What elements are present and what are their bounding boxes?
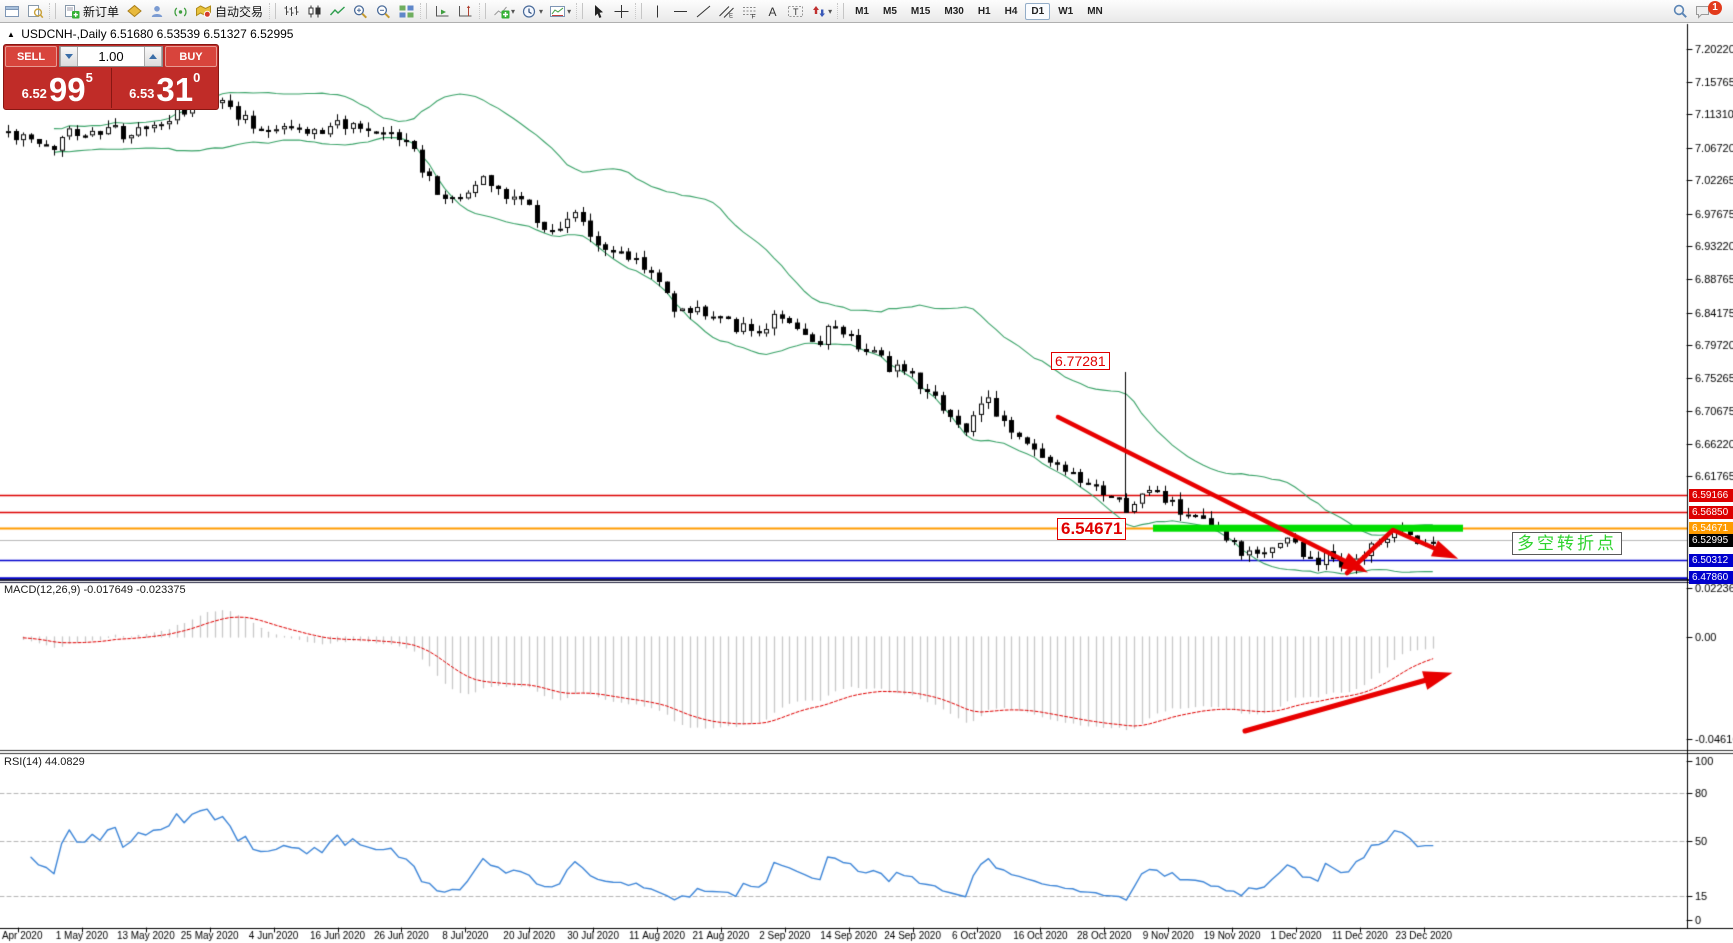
svg-text:E: E <box>729 13 733 19</box>
pivot-note-annotation[interactable]: 多空转折点 <box>1512 532 1622 555</box>
chart-title: ▲ USDCNH-,Daily 6.51680 6.53539 6.51327 … <box>7 27 293 41</box>
chart-bars-icon[interactable] <box>281 3 302 20</box>
macd-label: MACD(12,26,9) -0.017649 -0.023375 <box>4 584 186 596</box>
periods-icon[interactable] <box>519 3 540 20</box>
axis-price-tag: 6.50312 <box>1689 554 1733 567</box>
buy-price-sup: 0 <box>193 70 200 85</box>
axis-price-tag: 6.54671 <box>1689 522 1733 535</box>
svg-text:T: T <box>793 7 799 17</box>
auto-scroll-icon[interactable] <box>432 3 453 20</box>
sell-price-display[interactable]: 6.52 99 5 <box>4 68 111 108</box>
toolbar-separator <box>269 3 276 19</box>
sell-price-sup: 5 <box>86 70 93 85</box>
vline-icon[interactable] <box>647 3 668 20</box>
buy-button[interactable]: BUY <box>165 46 217 67</box>
window-icon[interactable] <box>2 3 23 20</box>
sell-price-big: 99 <box>49 75 86 105</box>
axis-price-tag: 6.47860 <box>1689 571 1733 584</box>
price-chart-canvas[interactable] <box>0 0 1733 943</box>
timeframe-m5[interactable]: M5 <box>877 3 903 20</box>
volume-value[interactable]: 1.00 <box>78 47 144 66</box>
sell-button[interactable]: SELL <box>5 46 57 67</box>
chart-candles-icon[interactable] <box>304 3 325 20</box>
volume-decrease-button[interactable] <box>60 47 78 66</box>
buy-price-display[interactable]: 6.53 31 0 <box>112 68 219 108</box>
periods-caret[interactable]: ▾ <box>539 7 543 16</box>
volume-increase-button[interactable] <box>144 47 162 66</box>
axis-price-tag: 6.59166 <box>1689 489 1733 502</box>
zoom-out-icon[interactable] <box>373 3 394 20</box>
toolbar-separator <box>576 3 583 19</box>
signal-icon[interactable] <box>170 3 191 20</box>
indicators-icon[interactable] <box>491 3 512 20</box>
axis-price-tag: 6.52995 <box>1689 534 1733 547</box>
timeframe-m30[interactable]: M30 <box>938 3 969 20</box>
svg-text:A: A <box>769 5 777 19</box>
autotrading-label[interactable]: 自动交易 <box>215 3 263 20</box>
community-icon[interactable] <box>147 3 168 20</box>
timeframe-mn[interactable]: MN <box>1081 3 1109 20</box>
chart-ohlc-values: 6.51680 6.53539 6.51327 6.52995 <box>110 27 294 41</box>
one-click-trading-panel: SELL 1.00 BUY 6.52 99 5 6.53 31 0 <box>3 44 219 110</box>
timeframe-m15[interactable]: M15 <box>905 3 936 20</box>
tile-windows-icon[interactable] <box>396 3 417 20</box>
channel-icon[interactable]: E <box>716 3 737 20</box>
toolbar-separator <box>837 3 844 19</box>
toolbar-separator <box>420 3 427 19</box>
fibo-icon[interactable]: F <box>739 3 760 20</box>
gold-tag-icon[interactable] <box>124 3 145 20</box>
toolbar-separator <box>635 3 642 19</box>
hline-icon[interactable] <box>670 3 691 20</box>
autotrading-icon[interactable] <box>193 3 214 20</box>
timeframe-h1[interactable]: H1 <box>972 3 997 20</box>
buy-price-big: 31 <box>156 75 193 105</box>
crosshair-icon[interactable] <box>611 3 632 20</box>
support-price-annotation[interactable]: 6.54671 <box>1057 518 1126 540</box>
cursor-icon[interactable] <box>588 3 609 20</box>
label-icon[interactable]: T <box>785 3 806 20</box>
templates-icon[interactable] <box>547 3 568 20</box>
sell-price-prefix: 6.52 <box>22 86 47 101</box>
toolbar-separator <box>479 3 486 19</box>
axis-price-tag: 6.56850 <box>1689 506 1733 519</box>
timeframe-d1[interactable]: D1 <box>1025 3 1050 20</box>
timeframe-h4[interactable]: H4 <box>999 3 1024 20</box>
volume-stepper[interactable]: 1.00 <box>59 46 163 67</box>
buy-price-prefix: 6.53 <box>129 86 154 101</box>
svg-text:F: F <box>752 13 756 19</box>
indicators-caret[interactable]: ▾ <box>511 7 515 16</box>
search-icon[interactable] <box>1670 3 1691 20</box>
preview-icon[interactable] <box>25 3 46 20</box>
chart-symbol: USDCNH-,Daily <box>21 27 106 41</box>
toolbar-separator <box>49 3 56 19</box>
mt4-terminal: { "window": { "symbol": "USDCNH-,Daily",… <box>0 0 1733 943</box>
notification-badge[interactable]: 1 <box>1708 1 1722 15</box>
chevron-up-icon <box>149 54 157 59</box>
high-price-annotation[interactable]: 6.77281 <box>1051 352 1110 370</box>
chevron-down-icon <box>65 54 73 59</box>
zoom-in-icon[interactable] <box>350 3 371 20</box>
collapse-arrow-icon[interactable]: ▲ <box>7 30 15 39</box>
main-toolbar: 新订单 自动交易 ▾ ▾ ▾ E F A T ▾ M1M5M15M30H1H4D1W1MN 1 <box>0 0 1733 23</box>
arrows-caret[interactable]: ▾ <box>828 7 832 16</box>
trendline-icon[interactable] <box>693 3 714 20</box>
text-icon[interactable]: A <box>762 3 783 20</box>
chart-line-icon[interactable] <box>327 3 348 20</box>
new-order-icon[interactable] <box>61 3 82 20</box>
timeframe-m1[interactable]: M1 <box>849 3 875 20</box>
timeframe-w1[interactable]: W1 <box>1052 3 1079 20</box>
new-order-label[interactable]: 新订单 <box>83 3 119 20</box>
templates-caret[interactable]: ▾ <box>567 7 571 16</box>
arrow-tools-icon[interactable] <box>808 3 829 20</box>
chart-shift-icon[interactable] <box>455 3 476 20</box>
rsi-label: RSI(14) 44.0829 <box>4 756 85 768</box>
